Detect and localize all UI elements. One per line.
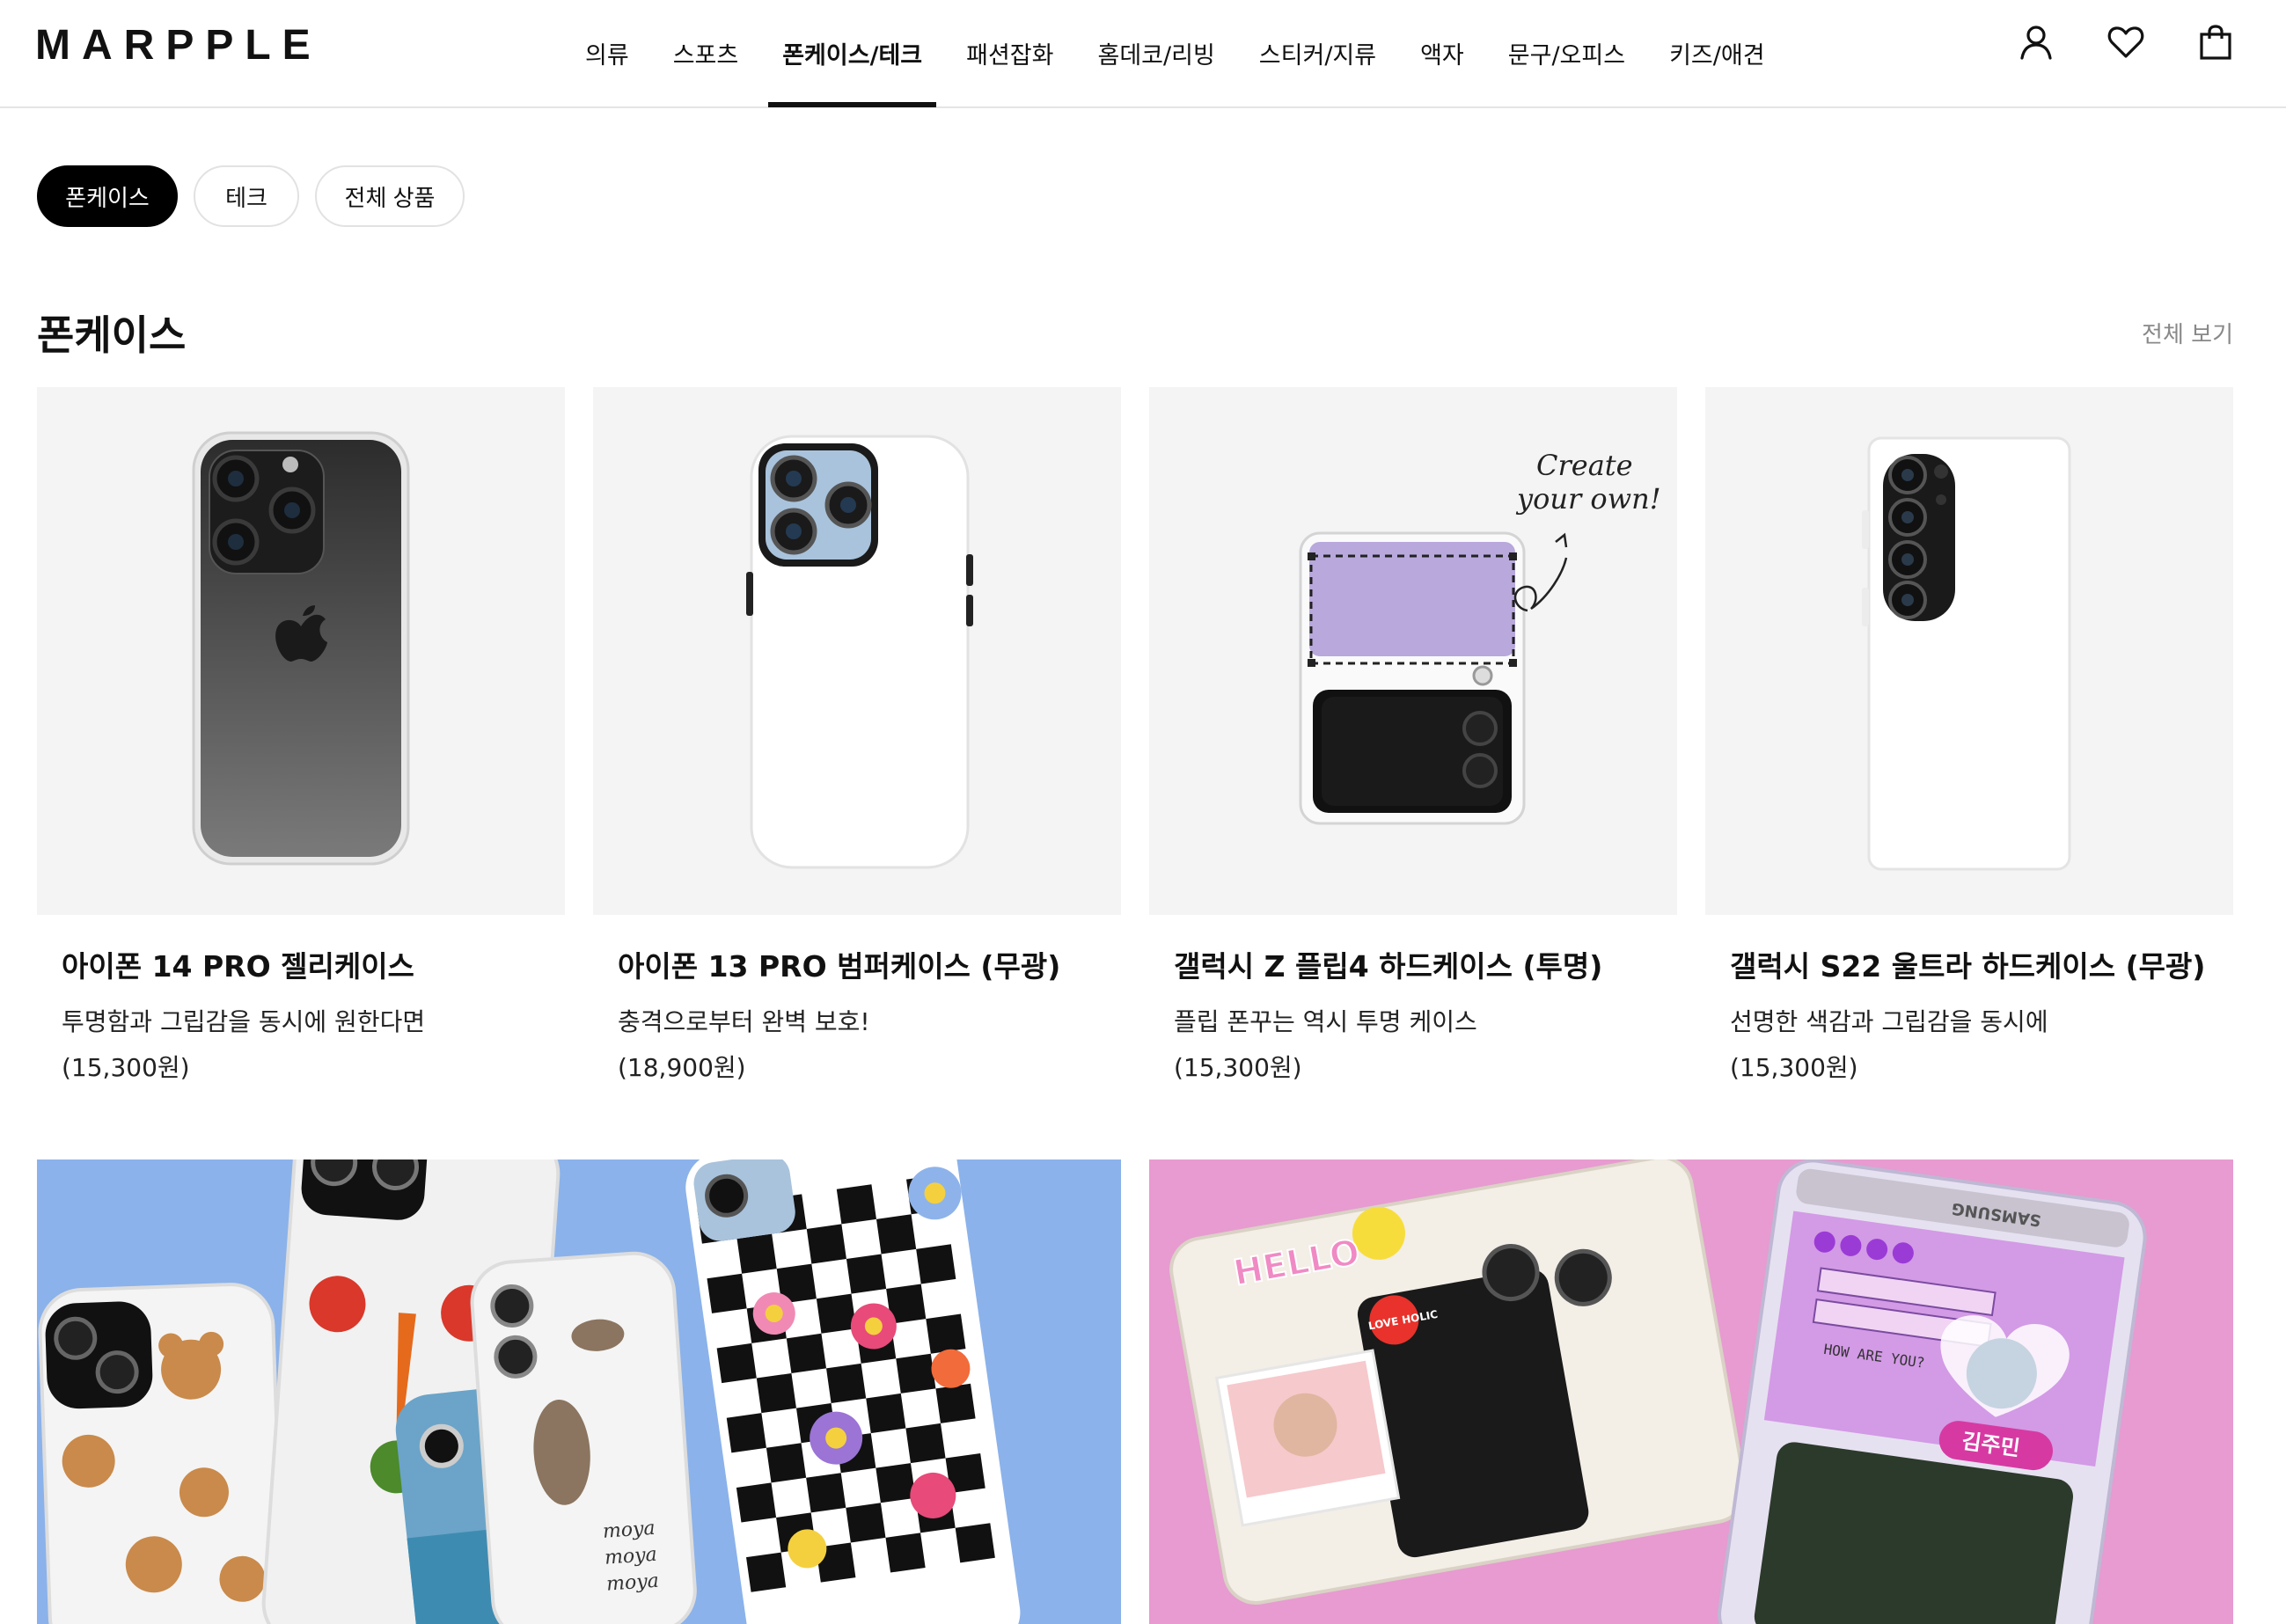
nav-item-home-living[interactable]: 홈데코/리빙 [1084,0,1229,106]
iphone-jelly-case-illustration [192,431,410,866]
promo-banner-zflip-deco[interactable]: HELLO LOVE HOLIC SAMSUNG HOW ARE YOU? 김주… [1149,1159,2233,1624]
product-card[interactable]: 갤럭시 S22 울트라 하드케이스 (무광) 선명한 색감과 그립감을 동시에 … [1705,387,2233,1084]
section-title: 폰케이스 [37,311,187,359]
product-price: (15,300원) [62,1053,190,1082]
product-description: 투명함과 그립감을 동시에 원한다면 [62,1007,426,1036]
product-price: (15,300원) [1730,1053,1858,1082]
product-name[interactable]: 갤럭시 Z 플립4 하드케이스 (투명) [1149,943,1677,985]
heart-icon[interactable] [2106,23,2145,62]
product-image-iphone13pro[interactable] [593,387,1121,915]
product-image-s22ultra[interactable] [1705,387,2233,915]
product-description: 플립 폰꾸는 역시 투명 케이스 [1174,1007,1477,1036]
product-description: 선명한 색감과 그립감을 동시에 [1730,1007,2048,1036]
promo-banner-phonecases[interactable]: moya moya moya [37,1159,1121,1624]
top-header: MARPPLE 의류 스포츠 폰케이스/테크 패션잡화 홈데코/리빙 스티커/지… [0,0,2286,108]
iphone-bumper-case-illustration [746,435,973,869]
nav-item-sticker-paper[interactable]: 스티커/지류 [1245,0,1390,106]
product-price: (18,900원) [618,1053,746,1082]
moya-text-1: moya [602,1518,656,1543]
product-image-zflip4[interactable]: Create your own! [1149,387,1677,915]
user-icon[interactable] [2017,23,2055,62]
zflip-case-illustration: Create your own! [1299,449,1661,825]
marpple-logo[interactable]: MARPPLE [35,25,322,67]
moya-text-3: moya [605,1570,659,1596]
subtab-all-products[interactable]: 전체 상품 [315,165,465,227]
product-card[interactable]: 아이폰 13 PRO 범퍼케이스 (무광) 충격으로부터 완벽 보호! (18,… [593,387,1121,1084]
header-actions [2017,23,2235,62]
moya-text-2: moya [604,1544,657,1569]
nav-item-stationery-office[interactable]: 문구/오피스 [1494,0,1639,106]
product-name[interactable]: 아이폰 13 PRO 범퍼케이스 (무광) [593,943,1121,985]
nav-item-frame[interactable]: 액자 [1406,0,1478,106]
nav-item-sports[interactable]: 스포츠 [659,0,753,106]
subtab-tech[interactable]: 테크 [194,165,299,227]
nav-item-fashion-goods[interactable]: 패션잡화 [952,0,1067,106]
nav-item-phonecase-tech[interactable]: 폰케이스/테크 [768,0,937,107]
phonecase-collage-illustration: moya moya moya [38,1159,1021,1624]
zflip-decorated-illustration: HELLO LOVE HOLIC SAMSUNG HOW ARE YOU? 김주… [1169,1159,2147,1624]
product-price: (15,300원) [1174,1053,1302,1082]
create-your-own-line1: Create [1536,449,1633,482]
nav-item-kids-pet[interactable]: 키즈/애견 [1655,0,1778,106]
product-grid: 아이폰 14 PRO 젤리케이스 투명함과 그립감을 동시에 원한다면 (15,… [37,387,2233,1084]
shopping-bag-icon[interactable] [2196,23,2235,62]
subtab-phonecase[interactable]: 폰케이스 [37,165,178,227]
product-description: 충격으로부터 완벽 보호! [618,1007,870,1036]
s22-ultra-case-illustration [1862,436,2071,871]
product-card[interactable]: Create your own! 갤럭시 Z 플립4 하드케이스 (투명) 플립… [1149,387,1677,1084]
nav-item-clothing[interactable]: 의류 [571,0,643,106]
main-nav: 의류 스포츠 폰케이스/테크 패션잡화 홈데코/리빙 스티커/지류 액자 문구/… [563,0,1787,107]
category-subtabs: 폰케이스 테크 전체 상품 [37,165,465,227]
product-name[interactable]: 아이폰 14 PRO 젤리케이스 [37,943,565,985]
create-your-own-line2: your own! [1515,482,1661,516]
product-name[interactable]: 갤럭시 S22 울트라 하드케이스 (무광) [1705,943,2233,985]
product-card[interactable]: 아이폰 14 PRO 젤리케이스 투명함과 그립감을 동시에 원한다면 (15,… [37,387,565,1084]
product-image-iphone14pro[interactable] [37,387,565,915]
view-all-link[interactable]: 전체 보기 [2142,317,2233,349]
